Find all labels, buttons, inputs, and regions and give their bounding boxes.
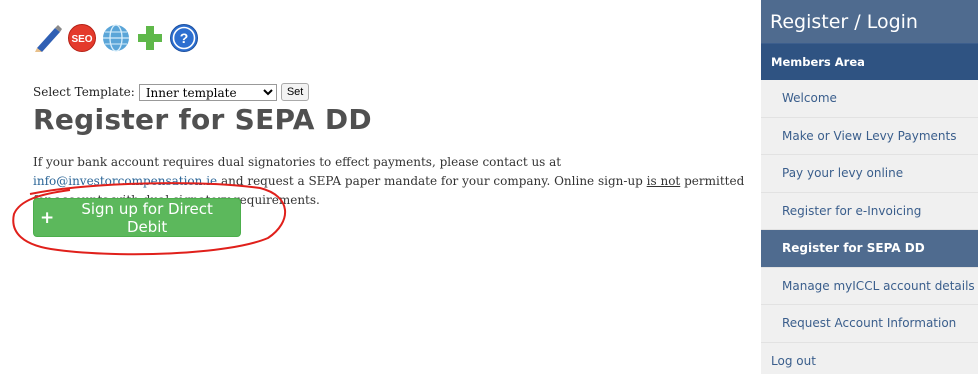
seo-icon-label: SEO — [71, 34, 92, 45]
template-label: Select Template: — [33, 85, 135, 99]
globe-icon[interactable] — [101, 23, 131, 53]
sidebar: Register / Login Members Area Welcome Ma… — [761, 0, 978, 374]
help-icon[interactable]: ? — [169, 23, 199, 53]
pencil-icon[interactable] — [33, 23, 63, 53]
sidebar-item-levy-payments[interactable]: Make or View Levy Payments — [761, 118, 978, 156]
sidebar-section-members-area[interactable]: Members Area — [761, 43, 978, 80]
contact-email-link[interactable]: info@investorcompensation.ie — [33, 174, 217, 188]
template-selector-row: Select Template: Inner template Set — [33, 83, 309, 101]
sign-up-direct-debit-button[interactable]: + Sign up for Direct Debit — [33, 198, 241, 237]
sidebar-item-welcome[interactable]: Welcome — [761, 80, 978, 118]
intro-text-part-2: and request a SEPA paper mandate for you… — [217, 174, 647, 188]
sidebar-item-pay-levy-online[interactable]: Pay your levy online — [761, 155, 978, 193]
help-icon-label: ? — [180, 30, 189, 46]
plus-icon[interactable] — [135, 23, 165, 53]
sidebar-item-sepa-dd[interactable]: Register for SEPA DD — [761, 230, 978, 268]
intro-text-emphasis: is not — [647, 174, 681, 188]
template-select[interactable]: Inner template — [139, 84, 277, 101]
seo-icon[interactable]: SEO — [67, 23, 97, 53]
sign-up-direct-debit-label: Sign up for Direct Debit — [60, 200, 234, 236]
plus-icon: + — [40, 208, 54, 228]
sidebar-item-account-details[interactable]: Manage myICCL account details — [761, 268, 978, 306]
intro-text-part-1: If your bank account requires dual signa… — [33, 155, 561, 169]
sidebar-heading[interactable]: Register / Login — [761, 0, 978, 43]
page-title: Register for SEPA DD — [33, 103, 372, 136]
editor-toolbar: SEO ? — [33, 20, 199, 56]
sidebar-item-e-invoicing[interactable]: Register for e-Invoicing — [761, 193, 978, 231]
sidebar-item-request-account-info[interactable]: Request Account Information — [761, 305, 978, 343]
set-template-button[interactable]: Set — [281, 83, 310, 101]
sidebar-item-log-out[interactable]: Log out — [761, 343, 978, 380]
